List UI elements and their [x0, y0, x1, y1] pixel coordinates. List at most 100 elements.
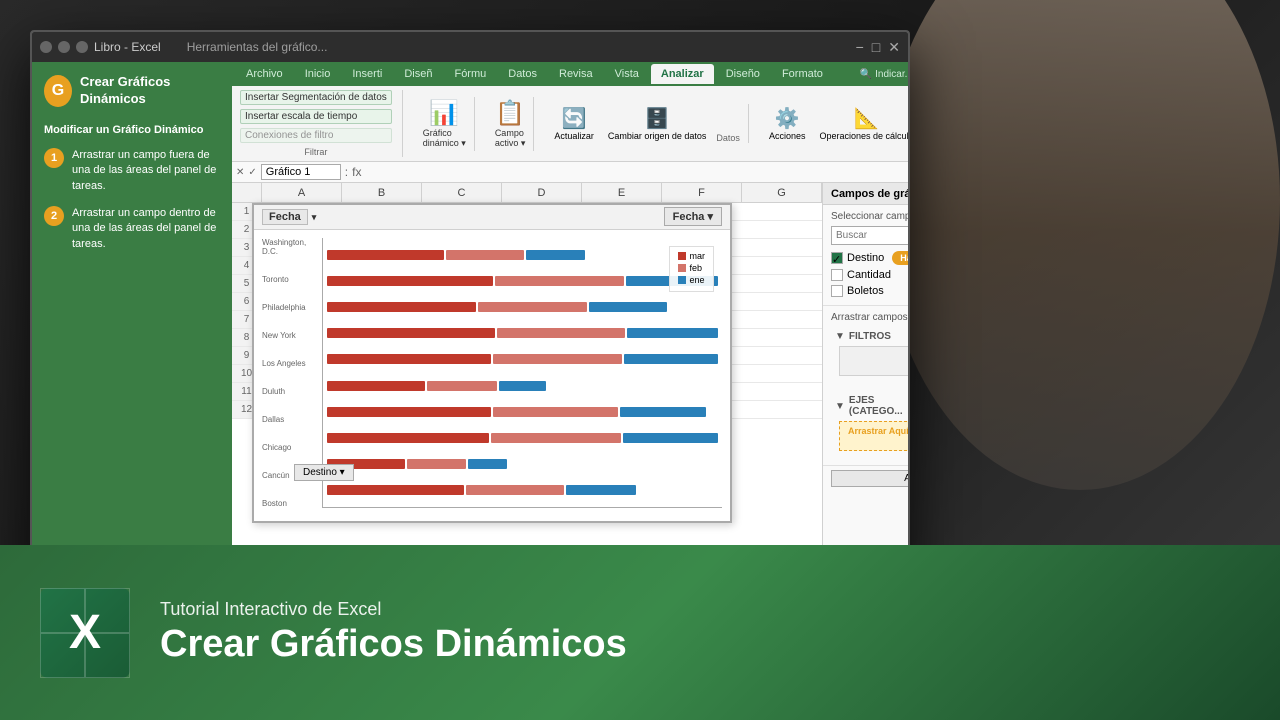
tab-analizar[interactable]: Analizar: [651, 64, 714, 84]
bar-ene-1: [566, 485, 636, 495]
actualizar-button[interactable]: ACTUALIZ...: [831, 470, 910, 487]
ribbon-filtrar-group: Insertar Segmentación de datos Insertar …: [240, 90, 403, 157]
actualizar-btn[interactable]: 🔄 Actualizar: [550, 104, 598, 143]
tab-inserti[interactable]: Inserti: [342, 64, 392, 84]
acciones-btn[interactable]: ⚙️ Acciones: [765, 104, 810, 143]
y-label-3: Chicago: [262, 443, 318, 452]
campos-drag-section: Arrastrar campos entre las áreas siguien…: [823, 306, 910, 466]
campo-activo-btn[interactable]: 📋 Campoactivo ▾: [491, 97, 535, 151]
chart-title[interactable]: Fecha: [262, 209, 308, 225]
sidebar-title: Crear Gráficos Dinámicos: [80, 74, 220, 108]
ejes-drop-zone[interactable]: Arrastrar Aquí: [839, 421, 910, 451]
filtros-icon: ▼: [835, 331, 845, 342]
col-d: D: [502, 183, 582, 202]
col-e: E: [582, 183, 662, 202]
legend-feb-label: feb: [690, 263, 703, 273]
ejes-content: Arrastrar Aquí: [848, 426, 909, 436]
cancel-icon[interactable]: ✕: [236, 167, 244, 178]
operaciones-btn[interactable]: 📐 Operaciones de cálculo: [815, 104, 910, 143]
bar-mar-4: [327, 407, 491, 417]
legend-mar-dot: [678, 252, 686, 260]
bar-mar-9: [327, 276, 493, 286]
tab-revisa[interactable]: Revisa: [549, 64, 603, 84]
filtros-drop-zone[interactable]: [839, 346, 910, 376]
destino-button[interactable]: Destino ▾: [294, 464, 354, 481]
tab-datos[interactable]: Datos: [498, 64, 547, 84]
bar-feb-7: [497, 328, 625, 338]
campo-destino-label: Destino: [847, 252, 884, 264]
col-headers: A B C D E F G: [232, 183, 822, 203]
datasource-icon: 🗄️: [645, 106, 670, 131]
bar-row-3: [327, 432, 718, 444]
campo-cantidad-label: Cantidad: [847, 269, 891, 281]
window-close-btn[interactable]: [40, 41, 52, 53]
bar-feb-6: [493, 354, 622, 364]
legend-feb-dot: [678, 264, 686, 272]
formula-input[interactable]: [365, 166, 910, 178]
legend-ene-dot: [678, 276, 686, 284]
campo-boletos-checkbox[interactable]: [831, 285, 843, 297]
tab-archivo[interactable]: Archivo: [236, 64, 293, 84]
step-1-number: 1: [44, 148, 64, 168]
ejes-icon: ▼: [835, 401, 845, 412]
campo-destino-checkbox[interactable]: ✓: [831, 252, 843, 264]
tab-disen[interactable]: Diseñ: [394, 64, 442, 84]
tab-formato[interactable]: Formato: [772, 64, 833, 84]
chart-dropdown-icon[interactable]: ▾: [312, 212, 317, 223]
fx-label: fx: [352, 165, 361, 179]
window-title: Libro - Excel: [94, 40, 161, 54]
bar-feb-4: [493, 407, 618, 417]
chart-label: Gráficodinámico ▾: [423, 128, 466, 149]
grafico-dinamico-btn[interactable]: 📊 Gráficodinámico ▾: [419, 97, 475, 151]
excel-logo-big: X: [40, 588, 130, 678]
hacer-clic-badge[interactable]: Hacer Clic Aquí: [892, 251, 910, 265]
filtros-header: ▼ FILTROS: [835, 331, 910, 342]
bar-row-4: [327, 406, 718, 418]
tab-diseno[interactable]: Diseño: [716, 64, 770, 84]
tab-inicio[interactable]: Inicio: [295, 64, 341, 84]
left-sidebar: G Crear Gráficos Dinámicos Modificar un …: [32, 62, 232, 588]
window-max-btn[interactable]: [76, 41, 88, 53]
fecha-button[interactable]: Fecha ▾: [664, 207, 722, 226]
ribbon-datos-group: 🔄 Actualizar 🗄️ Cambiar origen de datos …: [550, 104, 749, 143]
window-min-btn[interactable]: [58, 41, 70, 53]
campos-search-box: 🔍: [831, 226, 910, 245]
chart-container: Fecha ▾ Fecha ▾ Washington, D.C. Toronto…: [252, 203, 732, 523]
bar-mar-1: [327, 485, 464, 495]
main-area: A B C D E F G 1 2D 3B 4C 5C: [232, 183, 910, 588]
tab-vista[interactable]: Vista: [605, 64, 649, 84]
insert-seg-btn[interactable]: Insertar Segmentación de datos: [240, 90, 392, 105]
connections-btn: Conexiones de filtro: [240, 128, 392, 143]
y-label-6: Los Angeles: [262, 359, 318, 368]
maximize-icon[interactable]: □: [872, 39, 880, 56]
area-ejes: ▼ EJES (CATEGO... Arrastrar Aquí: [835, 395, 910, 455]
bar-feb-2: [407, 459, 466, 469]
bar-feb-1: [466, 485, 564, 495]
campos-search-input[interactable]: [836, 230, 910, 241]
datos-label: Datos: [716, 133, 740, 143]
y-label-5: Duluth: [262, 387, 318, 396]
filtros-label: FILTROS: [849, 331, 891, 342]
insert-time-btn[interactable]: Insertar escala de tiempo: [240, 109, 392, 124]
bar-mar-5: [327, 381, 425, 391]
bottom-text: Tutorial Interactivo de Excel Crear Gráf…: [160, 599, 627, 666]
close-icon[interactable]: ✕: [888, 39, 900, 56]
step-1: 1 Arrastrar un campo fuera de una de las…: [44, 148, 220, 194]
y-label-1: Boston: [262, 499, 318, 508]
tab-formu[interactable]: Fórmu: [444, 64, 496, 84]
col-c: C: [422, 183, 502, 202]
col-b: B: [342, 183, 422, 202]
name-box[interactable]: Gráfico 1: [261, 164, 341, 180]
bar-row-6: [327, 353, 718, 365]
bar-ene-7: [627, 328, 718, 338]
confirm-icon[interactable]: ✓: [248, 167, 256, 178]
minimize-icon[interactable]: −: [856, 39, 864, 56]
actualizar-section: ACTUALIZ...: [823, 466, 910, 491]
ribbon-content: Insertar Segmentación de datos Insertar …: [232, 86, 910, 161]
chart-icon: 📊: [429, 99, 459, 128]
bar-mar-3: [327, 433, 489, 443]
col-g: G: [742, 183, 822, 202]
campo-cantidad-checkbox[interactable]: [831, 269, 843, 281]
cambiar-origen-btn[interactable]: 🗄️ Cambiar origen de datos: [604, 104, 711, 143]
campo-boletos: Boletos: [831, 283, 910, 299]
